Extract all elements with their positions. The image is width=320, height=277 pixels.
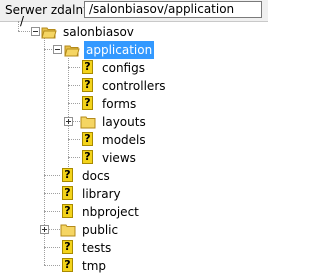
question-mark-icon: ? bbox=[82, 150, 93, 164]
tree-node-views[interactable]: ? views bbox=[80, 149, 200, 167]
question-mark-icon: ? bbox=[62, 168, 73, 182]
remote-path-input[interactable]: /salonbiasov/application bbox=[84, 1, 262, 18]
tree-node-label: salonbiasov bbox=[63, 25, 134, 39]
remote-file-tree[interactable]: / salonbiasov application ? configs ? co… bbox=[0, 14, 268, 277]
tree-node-label: controllers bbox=[102, 79, 166, 93]
question-mark-icon: ? bbox=[82, 132, 93, 146]
remote-server-bar: Serwer zdalny: /salonbiasov/application bbox=[0, 0, 268, 22]
collapse-icon[interactable] bbox=[31, 27, 40, 36]
expand-icon[interactable] bbox=[64, 117, 73, 126]
tree-node-label: tests bbox=[82, 241, 112, 255]
tree-line bbox=[44, 193, 60, 194]
tree-node-tests[interactable]: ? tests bbox=[60, 239, 180, 257]
tree-node-label: forms bbox=[102, 97, 137, 111]
question-mark-icon: ? bbox=[82, 96, 93, 110]
question-mark-icon: ? bbox=[62, 186, 73, 200]
expand-icon[interactable] bbox=[40, 225, 49, 234]
tree-node-label: / bbox=[20, 14, 25, 28]
folder-open-icon bbox=[41, 27, 57, 39]
tree-node-label: tmp bbox=[82, 259, 107, 273]
tree-node-models[interactable]: ? models bbox=[80, 131, 200, 149]
question-mark-icon: ? bbox=[62, 258, 73, 272]
tree-node-label: views bbox=[102, 151, 136, 165]
question-mark-icon: ? bbox=[62, 240, 73, 254]
tree-node-controllers[interactable]: ? controllers bbox=[80, 77, 200, 95]
folder-icon bbox=[60, 224, 76, 237]
folder-open-icon bbox=[64, 45, 80, 57]
tree-node-application[interactable]: application bbox=[64, 41, 184, 59]
tree-node-label: public bbox=[82, 223, 119, 237]
tree-node-library[interactable]: ? library bbox=[60, 185, 180, 203]
question-mark-icon: ? bbox=[82, 60, 93, 74]
tree-node-label: configs bbox=[102, 61, 145, 75]
tree-line bbox=[44, 175, 60, 176]
tree-node-forms[interactable]: ? forms bbox=[80, 95, 200, 113]
tree-node-nbproject[interactable]: ? nbproject bbox=[60, 203, 180, 221]
tree-line bbox=[68, 67, 80, 68]
tree-node-tmp[interactable]: ? tmp bbox=[60, 257, 180, 275]
folder-icon bbox=[80, 116, 96, 129]
tree-line bbox=[68, 157, 80, 158]
tree-node-label: docs bbox=[82, 169, 110, 183]
tree-node-salonbiasov[interactable]: salonbiasov bbox=[41, 23, 161, 41]
tree-node-label: layouts bbox=[102, 115, 146, 129]
tree-line bbox=[68, 85, 80, 86]
tree-node-label: library bbox=[82, 187, 121, 201]
tree-node-public[interactable]: public bbox=[60, 221, 180, 239]
tree-node-docs[interactable]: ? docs bbox=[60, 167, 180, 185]
tree-line bbox=[68, 103, 80, 104]
tree-node-label: application bbox=[84, 41, 155, 59]
question-mark-icon: ? bbox=[82, 78, 93, 92]
tree-node-layouts[interactable]: layouts bbox=[80, 113, 200, 131]
tree-line bbox=[44, 211, 60, 212]
tree-node-label: nbproject bbox=[82, 205, 139, 219]
tree-line bbox=[68, 139, 80, 140]
question-mark-icon: ? bbox=[62, 204, 73, 218]
tree-node-configs[interactable]: ? configs bbox=[80, 59, 200, 77]
tree-node-label: models bbox=[102, 133, 146, 147]
collapse-icon[interactable] bbox=[53, 45, 62, 54]
tree-line bbox=[44, 265, 60, 266]
tree-line bbox=[44, 247, 60, 248]
